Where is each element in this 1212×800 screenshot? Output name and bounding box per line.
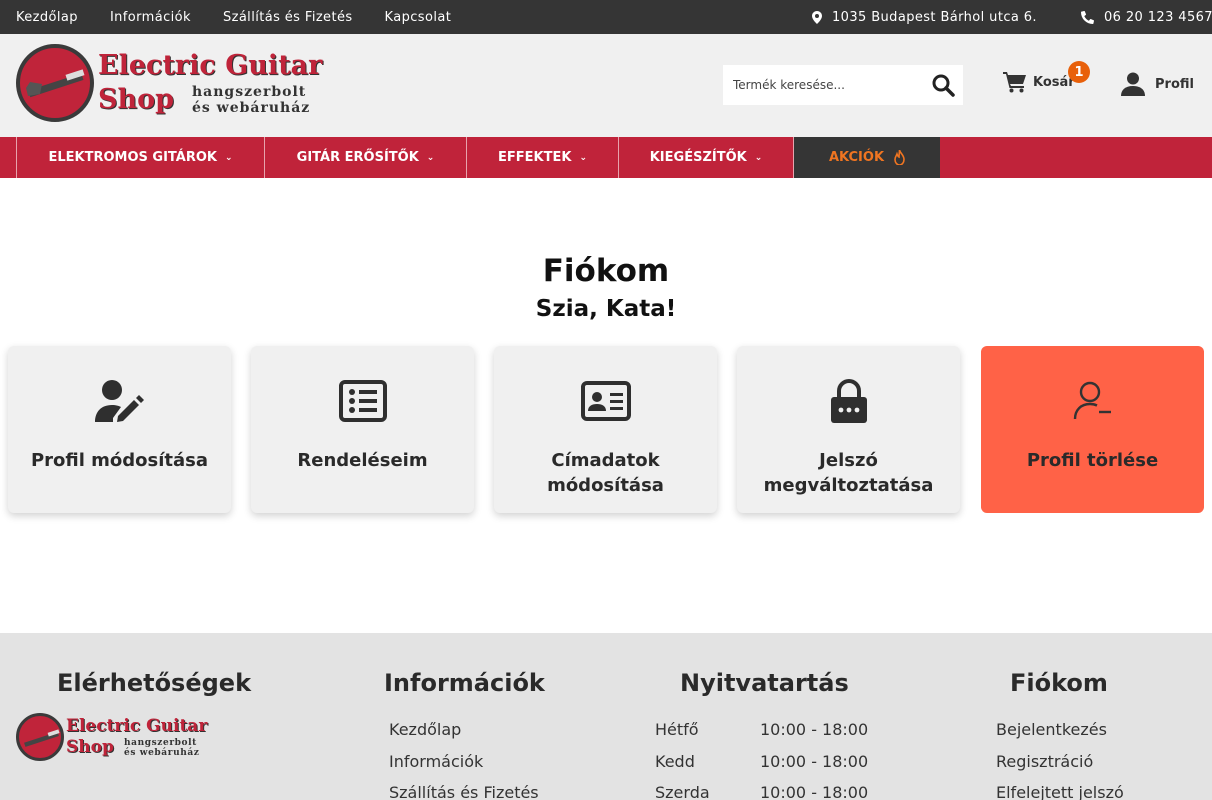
nav-sale[interactable]: AKCIÓK: [794, 137, 940, 178]
card-label: Címadatok módosítása: [547, 450, 664, 496]
logo-subtitle: hangszerbolt és webáruház: [192, 84, 310, 116]
footer-hours-title: Nyitvatartás: [680, 669, 849, 697]
top-link-contact[interactable]: Kapcsolat: [385, 10, 452, 25]
nav-accessories[interactable]: KIEGÉSZÍTŐK ⌄: [618, 137, 794, 178]
profile-button[interactable]: Profil: [1121, 72, 1194, 96]
logo-line1: Electric Guitar: [66, 716, 208, 736]
address-text: 1035 Budapest Bárhol utca 6.: [832, 9, 1037, 25]
search-input[interactable]: [733, 78, 923, 92]
main-nav: ELEKTROMOS GITÁROK ⌄ GITÁR ERŐSÍTŐK ⌄ EFFE…: [0, 137, 1212, 178]
map-marker-icon: [812, 10, 822, 24]
logo-guitar-badge: [16, 713, 64, 761]
cart-count-badge: 1: [1068, 61, 1090, 83]
top-link-shipping[interactable]: Szállítás és Fizetés: [223, 10, 353, 25]
top-links: Kezdőlap Információk Szállítás és Fizeté…: [16, 0, 483, 34]
logo-sub1: hangszerbolt: [124, 738, 197, 748]
logo-subtitle: hangszerbolt és webáruház: [124, 738, 200, 758]
card-label: Profil törlése: [1026, 450, 1159, 471]
footer: Elérhetőségek Electric Guitar Shop hangs…: [0, 633, 1212, 800]
footer-link-info[interactable]: Információk: [389, 752, 483, 771]
phone[interactable]: 06 20 123 4567: [1081, 0, 1212, 34]
logo-line2: Shop: [66, 737, 114, 757]
chevron-down-icon: ⌄: [579, 152, 587, 163]
cart-button[interactable]: Kosár: [1003, 71, 1075, 93]
chevron-down-icon: ⌄: [426, 152, 435, 163]
footer-link-shipping[interactable]: Szállítás és Fizetés: [389, 783, 539, 800]
card-orders[interactable]: Rendeléseim: [251, 346, 474, 513]
hours-time: 10:00 - 18:00: [760, 720, 869, 739]
card-label: Jelszó megváltoztatása: [763, 450, 934, 496]
search-icon[interactable]: [931, 73, 955, 97]
logo-sub2: és webáruház: [124, 748, 200, 758]
hours-day: Hétfő: [655, 720, 699, 739]
user-icon: [1121, 72, 1145, 96]
logo-sub1: hangszerbolt: [192, 84, 307, 100]
card-edit-profile[interactable]: Profil módosítása: [8, 346, 231, 513]
cart-icon: [1003, 72, 1026, 93]
card-address[interactable]: Címadatok módosítása: [494, 346, 717, 513]
logo[interactable]: Electric Guitar Shop hangszerbolt és web…: [16, 44, 346, 124]
profile-label: Profil: [1155, 76, 1194, 92]
address-card-icon: [580, 381, 631, 421]
lock-icon: [830, 379, 867, 423]
nav-effects[interactable]: EFFEKTEK ⌄: [466, 137, 619, 178]
page-title: Fiókom: [542, 253, 670, 289]
user-edit-icon: [94, 380, 144, 422]
hours-day: Szerda: [655, 783, 710, 800]
nav-label: EFFEKTEK: [498, 150, 572, 165]
hours-time: 10:00 - 18:00: [760, 783, 869, 800]
card-label: Profil módosítása: [30, 450, 209, 471]
chevron-down-icon: ⌄: [754, 152, 763, 163]
hours-time: 10:00 - 18:00: [760, 752, 869, 771]
footer-link-register[interactable]: Regisztráció: [996, 752, 1093, 771]
fire-icon: [894, 150, 905, 165]
logo-sub2: és webáruház: [192, 100, 311, 116]
phone-icon: [1081, 10, 1094, 24]
nav-label: ELEKTROMOS GITÁROK: [48, 150, 217, 165]
search-box: [723, 65, 963, 105]
card-delete-profile[interactable]: Profil törlése: [981, 346, 1204, 513]
footer-info-title: Információk: [384, 669, 545, 697]
greeting: Szia, Kata!: [535, 296, 677, 322]
logo-line2: Shop: [98, 84, 175, 115]
nav-label: KIEGÉSZÍTŐK: [649, 150, 747, 165]
top-bar: Kezdőlap Információk Szállítás és Fizeté…: [0, 0, 1212, 34]
nav-guitar-amps[interactable]: GITÁR ERŐSÍTŐK ⌄: [264, 137, 467, 178]
logo-guitar-badge: [16, 44, 94, 122]
footer-contacts-title: Elérhetőségek: [57, 669, 252, 697]
phone-text: 06 20 123 4567: [1104, 9, 1212, 25]
footer-logo[interactable]: Electric Guitar Shop hangszerbolt és web…: [16, 713, 226, 763]
footer-link-forgot-password[interactable]: Elfelejtett jelszó: [996, 783, 1124, 800]
footer-link-home[interactable]: Kezdőlap: [389, 720, 461, 739]
nav-label: GITÁR ERŐSÍTŐK: [296, 150, 419, 165]
top-link-home[interactable]: Kezdőlap: [16, 10, 78, 25]
header: Electric Guitar Shop hangszerbolt és web…: [0, 34, 1212, 137]
user-minus-icon: [1073, 381, 1111, 420]
logo-line1: Electric Guitar: [98, 50, 323, 81]
card-change-password[interactable]: Jelszó megváltoztatása: [737, 346, 960, 513]
top-link-info[interactable]: Információk: [110, 10, 191, 25]
footer-link-login[interactable]: Bejelentkezés: [996, 720, 1107, 739]
list-icon: [338, 380, 387, 422]
nav-electric-guitars[interactable]: ELEKTROMOS GITÁROK ⌄: [16, 137, 265, 178]
nav-label: AKCIÓK: [828, 150, 885, 165]
chevron-down-icon: ⌄: [224, 152, 233, 163]
hours-day: Kedd: [655, 752, 695, 771]
guitar-icon: [24, 729, 60, 747]
card-label: Rendeléseim: [297, 450, 428, 471]
guitar-icon: [26, 69, 85, 98]
footer-account-title: Fiókom: [1010, 669, 1108, 697]
address: 1035 Budapest Bárhol utca 6.: [812, 0, 1037, 34]
